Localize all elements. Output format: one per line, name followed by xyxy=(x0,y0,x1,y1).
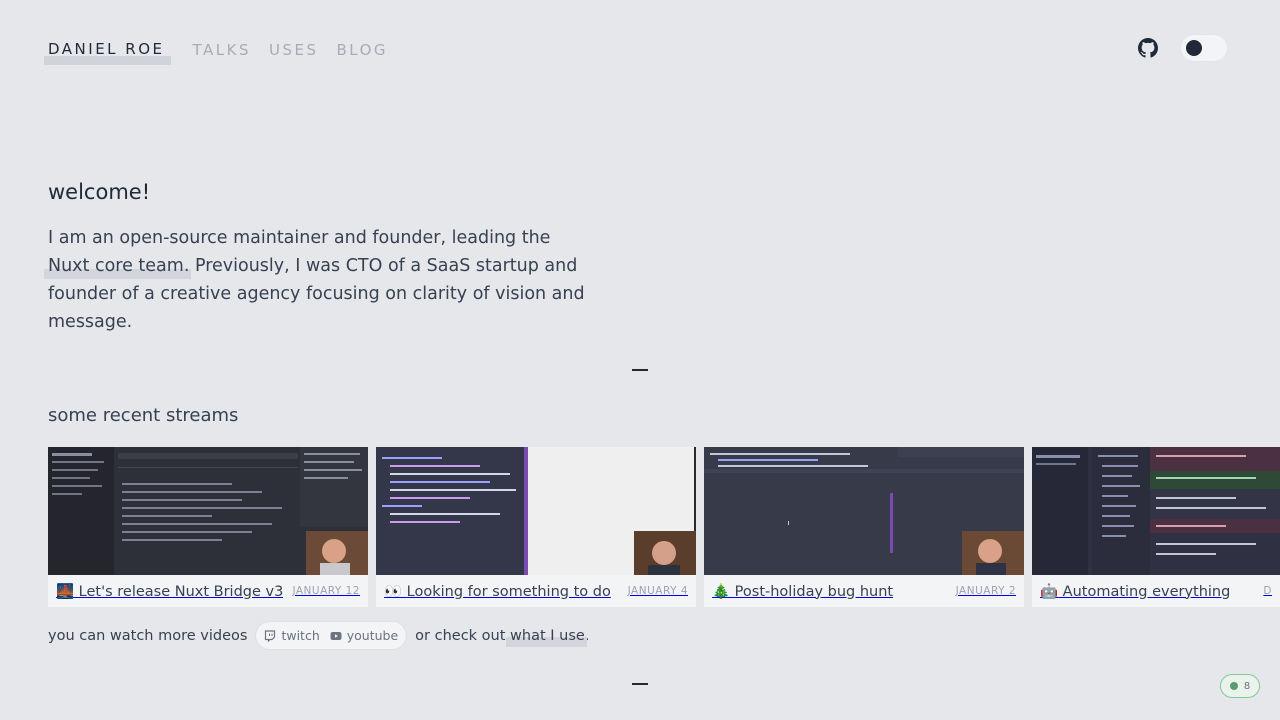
stream-title: 🌉 Let's release Nuxt Bridge v3 xyxy=(56,583,283,600)
stream-card[interactable]: 🎄 Post-holiday bug hunt JANUARY 2 xyxy=(704,447,1024,607)
github-icon xyxy=(1138,38,1158,58)
stream-thumbnail xyxy=(376,447,696,575)
stream-date: JANUARY 4 xyxy=(627,585,688,597)
stream-card[interactable]: 👀 Looking for something to do JANUARY 4 xyxy=(376,447,696,607)
stream-date: D xyxy=(1263,585,1272,597)
stream-cards: 🌉 Let's release Nuxt Bridge v3 JANUARY 1… xyxy=(48,447,1280,607)
nav-link-blog[interactable]: BLOG xyxy=(337,41,389,59)
nav-link-uses[interactable]: USES xyxy=(269,41,319,59)
more-videos-text: you can watch more videos xyxy=(48,627,248,644)
intro-paragraph: I am an open-source maintainer and found… xyxy=(48,224,648,336)
stream-title-text: Looking for something to do xyxy=(406,583,611,600)
stream-card[interactable]: 🤖 Automating everything D xyxy=(1032,447,1280,607)
theme-toggle[interactable] xyxy=(1180,34,1228,62)
top-nav: DANIEL ROE TALKS USES BLOG xyxy=(44,40,389,65)
visitor-count: 8 xyxy=(1243,680,1251,692)
toggle-knob xyxy=(1186,40,1202,56)
streams-heading: some recent streams xyxy=(48,405,239,426)
header-actions xyxy=(1138,34,1228,62)
stream-title-text: Let's release Nuxt Bridge v3 xyxy=(78,583,284,600)
welcome-heading: welcome! xyxy=(48,180,151,204)
stream-title: 🤖 Automating everything xyxy=(1040,583,1230,600)
github-link[interactable] xyxy=(1138,38,1158,58)
stream-title-text: Automating everything xyxy=(1062,583,1231,600)
stream-title: 🎄 Post-holiday bug hunt xyxy=(712,583,893,600)
nuxt-core-team-link[interactable]: Nuxt core team. xyxy=(48,256,189,276)
stream-meta: 🤖 Automating everything D xyxy=(1032,575,1280,607)
stream-thumbnail xyxy=(48,447,368,575)
section-divider xyxy=(632,683,648,685)
stream-emoji: 🎄 xyxy=(712,583,731,600)
intro-text-start: I am an open-source maintainer and found… xyxy=(48,228,551,248)
more-videos-line: you can watch more videos twitch youtube… xyxy=(48,622,589,649)
youtube-label: youtube xyxy=(346,628,399,643)
video-platform-links: twitch youtube xyxy=(256,622,407,649)
stream-emoji: 🌉 xyxy=(56,583,75,600)
stream-emoji: 👀 xyxy=(384,583,403,600)
stream-meta: 👀 Looking for something to do JANUARY 4 xyxy=(376,575,696,607)
stream-meta: 🎄 Post-holiday bug hunt JANUARY 2 xyxy=(704,575,1024,607)
what-i-use-link[interactable]: what I use xyxy=(506,628,587,647)
section-divider xyxy=(632,369,648,371)
stream-card[interactable]: 🌉 Let's release Nuxt Bridge v3 JANUARY 1… xyxy=(48,447,368,607)
youtube-icon xyxy=(330,631,342,640)
nav-link-talks[interactable]: TALKS xyxy=(193,41,251,59)
twitch-label: twitch xyxy=(281,628,320,643)
youtube-link[interactable]: youtube xyxy=(330,628,398,643)
stream-date: JANUARY 12 xyxy=(292,585,360,597)
brand-link[interactable]: DANIEL ROE xyxy=(44,40,171,65)
stream-thumbnail xyxy=(1032,447,1280,575)
status-dot-icon xyxy=(1229,682,1238,690)
visitor-count-badge: 8 xyxy=(1220,674,1260,698)
check-out-text: or check out xyxy=(415,627,506,644)
stream-title: 👀 Looking for something to do xyxy=(384,583,611,600)
stream-emoji: 🤖 xyxy=(1040,583,1059,600)
stream-meta: 🌉 Let's release Nuxt Bridge v3 JANUARY 1… xyxy=(48,575,368,607)
stream-thumbnail xyxy=(704,447,1024,575)
stream-date: JANUARY 2 xyxy=(955,585,1016,597)
nav-links: TALKS USES BLOG xyxy=(193,41,389,59)
twitch-link[interactable]: twitch xyxy=(264,628,320,643)
stream-title-text: Post-holiday bug hunt xyxy=(734,583,894,600)
twitch-icon xyxy=(265,629,276,642)
